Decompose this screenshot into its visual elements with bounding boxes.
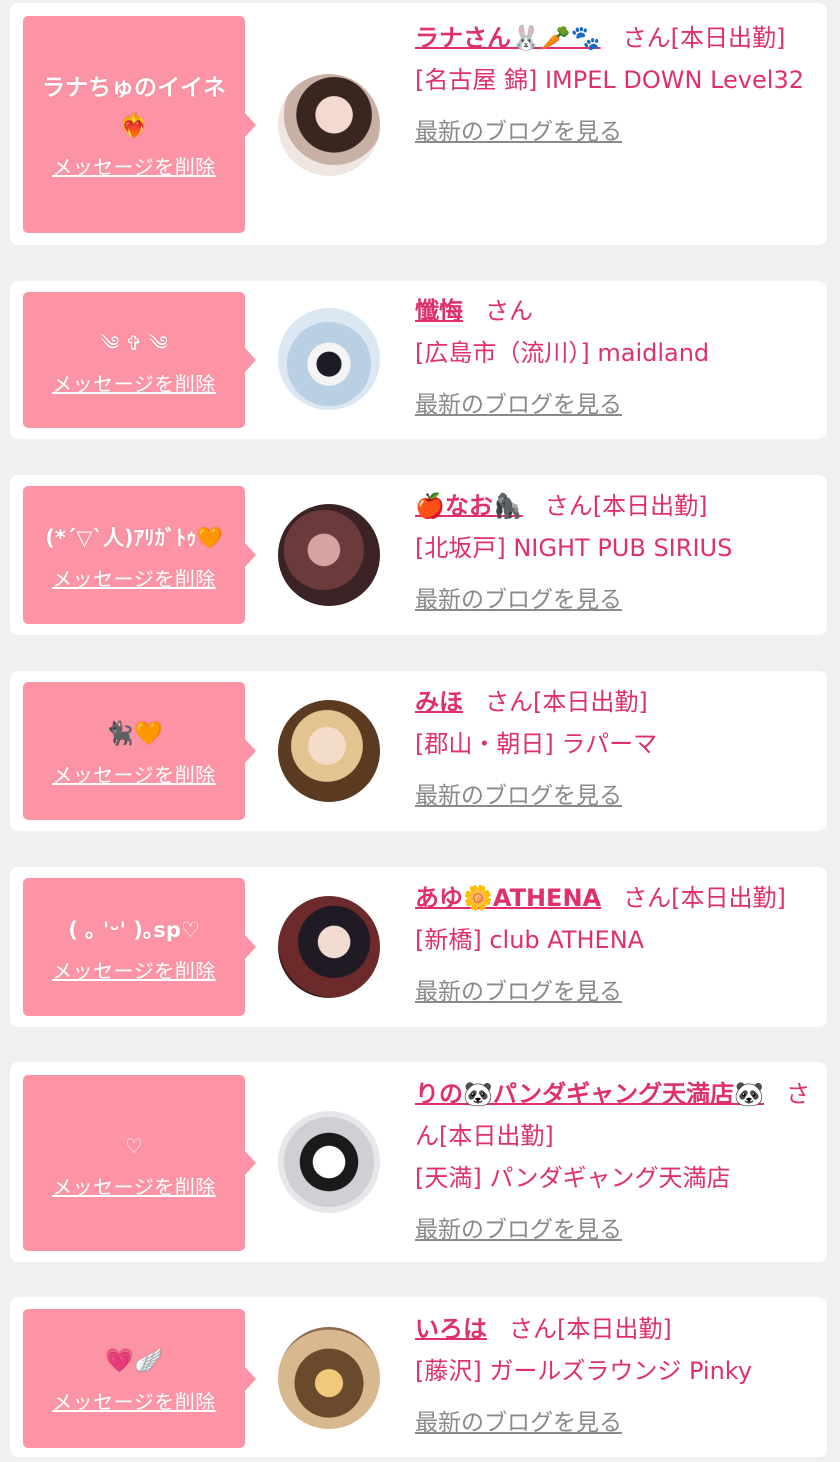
profile-name-link[interactable]: 懺悔 — [415, 297, 463, 325]
profile-status: さん[本日出勤] — [623, 884, 786, 912]
delete-message-link[interactable]: メッセージを削除 — [52, 368, 216, 397]
message-bubble: ラナちゅのイイネ❤️‍🔥 メッセージを削除 — [23, 16, 256, 233]
profile-info: 懺悔 さん [広島市（流川）] maidland 最新のブログを見る — [415, 290, 815, 426]
shop-name: [天満] パンダギャング天満店 — [415, 1164, 731, 1192]
message-bubble: 💗🪽 メッセージを削除 — [23, 1309, 256, 1448]
delete-message-link[interactable]: メッセージを削除 — [52, 1386, 216, 1415]
profile-info: あゆ🌼ATHENA さん[本日出勤] [新橋] club ATHENA 最新のブロ… — [415, 877, 815, 1013]
delete-message-link[interactable]: メッセージを削除 — [52, 151, 216, 180]
message-card: ༄ ✞ ༄ メッセージを削除 懺悔 さん [広島市（流川）] maidland 最… — [10, 281, 827, 439]
profile-name-link[interactable]: 🍎なお🦍 — [415, 492, 523, 520]
message-text: ༄ ✞ ༄ — [100, 330, 168, 355]
latest-blog-link[interactable]: 最新のブログを見る — [415, 971, 815, 1013]
profile-status: さん[本日出勤] — [544, 492, 708, 520]
avatar[interactable] — [278, 700, 380, 802]
message-bubble: ( ｡ 'ᵕ' )｡sp♡ メッセージを削除 — [23, 878, 256, 1016]
delete-message-link[interactable]: メッセージを削除 — [52, 563, 216, 592]
latest-blog-link[interactable]: 最新のブログを見る — [415, 111, 815, 153]
avatar[interactable] — [278, 896, 380, 998]
message-text: 🐈‍⬛🧡 — [105, 720, 163, 747]
message-bubble: ༄ ✞ ༄ メッセージを削除 — [23, 292, 256, 428]
latest-blog-link[interactable]: 最新のブログを見る — [415, 579, 815, 621]
message-card: (*´▽`人)ｱﾘｶﾞﾄｩ🧡 メッセージを削除 🍎なお🦍 さん[本日出勤] [北坂… — [10, 475, 827, 635]
message-text: ( ｡ 'ᵕ' )｡sp♡ — [68, 917, 200, 942]
avatar[interactable] — [278, 74, 380, 176]
message-text: 💗🪽 — [105, 1348, 163, 1374]
avatar[interactable] — [278, 1327, 380, 1429]
profile-name-link[interactable]: みほ — [415, 688, 463, 716]
profile-status: さん[本日出勤] — [485, 688, 648, 716]
avatar[interactable] — [278, 1111, 380, 1213]
profile-name-link[interactable]: あゆ🌼ATHENA — [415, 884, 601, 912]
avatar[interactable] — [278, 504, 380, 606]
profile-status: さん[本日出勤] — [622, 24, 786, 52]
shop-name: [北坂戸] NIGHT PUB SIRIUS — [415, 534, 733, 562]
profile-status: さん[本日出勤] — [509, 1315, 672, 1343]
message-bubble: ♡ メッセージを削除 — [23, 1075, 256, 1251]
profile-name-link[interactable]: りの🐼パンダギャング天満店🐼 — [415, 1080, 764, 1108]
latest-blog-link[interactable]: 最新のブログを見る — [415, 384, 815, 426]
message-card: ラナちゅのイイネ❤️‍🔥 メッセージを削除 ラナさん🐰🥕🐾 さん[本日出勤] [名… — [10, 3, 827, 245]
delete-message-link[interactable]: メッセージを削除 — [52, 955, 216, 984]
profile-info: 🍎なお🦍 さん[本日出勤] [北坂戸] NIGHT PUB SIRIUS 最新のブ… — [415, 485, 815, 621]
profile-name-link[interactable]: いろは — [415, 1315, 487, 1343]
message-card: 💗🪽 メッセージを削除 いろは さん[本日出勤] [藤沢] ガールズラウンジ Pi… — [10, 1297, 827, 1457]
shop-name: [藤沢] ガールズラウンジ Pinky — [415, 1357, 753, 1385]
message-text: ♡ — [125, 1133, 143, 1158]
message-text: (*´▽`人)ｱﾘｶﾞﾄｩ🧡 — [45, 525, 223, 550]
delete-message-link[interactable]: メッセージを削除 — [52, 1171, 216, 1200]
delete-message-link[interactable]: メッセージを削除 — [52, 759, 216, 788]
shop-name: [名古屋 錦] IMPEL DOWN Level32 — [415, 66, 804, 94]
message-card: 🐈‍⬛🧡 メッセージを削除 みほ さん[本日出勤] [郡山・朝日] ラパーマ 最新… — [10, 671, 827, 831]
message-bubble: (*´▽`人)ｱﾘｶﾞﾄｩ🧡 メッセージを削除 — [23, 486, 256, 624]
message-card: ( ｡ 'ᵕ' )｡sp♡ メッセージを削除 あゆ🌼ATHENA さん[本日出勤]… — [10, 867, 827, 1027]
shop-name: [広島市（流川）] maidland — [415, 339, 710, 367]
message-text: ラナちゅのイイネ❤️‍🔥 — [42, 75, 226, 139]
message-bubble: 🐈‍⬛🧡 メッセージを削除 — [23, 682, 256, 820]
shop-name: [郡山・朝日] ラパーマ — [415, 730, 658, 758]
avatar[interactable] — [278, 308, 380, 410]
shop-name: [新橋] club ATHENA — [415, 926, 645, 954]
latest-blog-link[interactable]: 最新のブログを見る — [415, 775, 815, 817]
message-card: ♡ メッセージを削除 りの🐼パンダギャング天満店🐼 さん[本日出勤] [天満] パ… — [10, 1062, 827, 1262]
profile-info: ラナさん🐰🥕🐾 さん[本日出勤] [名古屋 錦] IMPEL DOWN Level… — [415, 17, 815, 153]
profile-name-link[interactable]: ラナさん🐰🥕🐾 — [415, 24, 601, 52]
profile-info: みほ さん[本日出勤] [郡山・朝日] ラパーマ 最新のブログを見る — [415, 681, 815, 817]
latest-blog-link[interactable]: 最新のブログを見る — [415, 1402, 815, 1444]
profile-status: さん — [485, 297, 533, 325]
profile-info: いろは さん[本日出勤] [藤沢] ガールズラウンジ Pinky 最新のブログを見… — [415, 1308, 815, 1444]
profile-info: りの🐼パンダギャング天満店🐼 さん[本日出勤] [天満] パンダギャング天満店 最… — [415, 1073, 815, 1251]
latest-blog-link[interactable]: 最新のブログを見る — [415, 1209, 815, 1251]
